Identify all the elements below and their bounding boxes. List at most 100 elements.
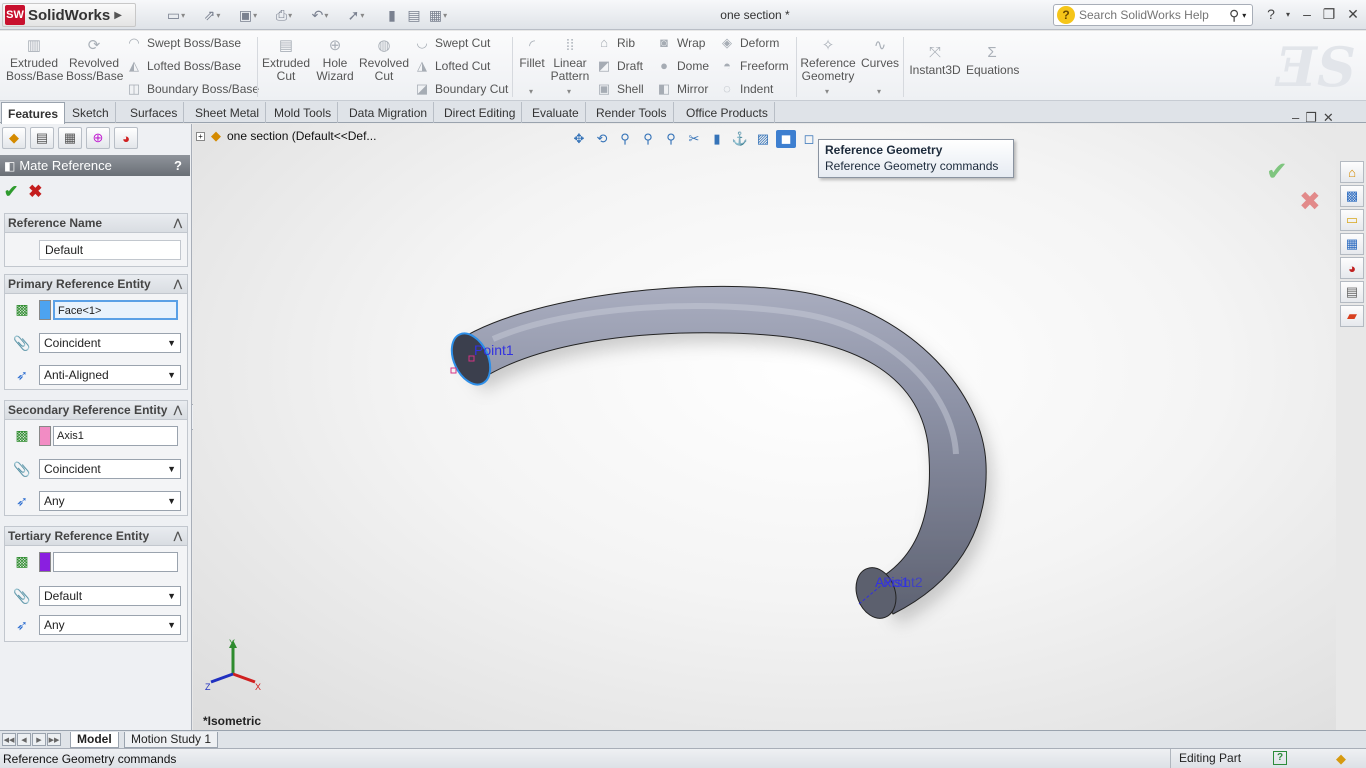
tab-data-migration[interactable]: Data Migration	[343, 102, 435, 123]
open-document-button[interactable]: ⇗ ▾	[202, 5, 222, 25]
file-properties-button[interactable]: ▤	[404, 5, 424, 25]
lofted-cut-button[interactable]: ◮ Lofted Cut	[414, 56, 490, 76]
prev-tab-icon[interactable]: ◀	[17, 733, 31, 746]
pattern-dropdown-icon[interactable]: ▾	[567, 87, 571, 96]
fillet-button[interactable]: ◜ Fillet	[516, 37, 548, 70]
feature-manager-tab[interactable]: ◆	[2, 127, 26, 149]
previous-view-icon[interactable]: ⚲	[661, 130, 681, 148]
doc-minimize-button[interactable]: –	[1292, 110, 1299, 126]
swept-boss-button[interactable]: ◠ Swept Boss/Base	[126, 33, 241, 53]
zoom-area-icon[interactable]: ⚲	[615, 130, 635, 148]
solidworks-menu-button[interactable]: SW SolidWorks ▶	[2, 3, 136, 27]
solidworks-forum-tab[interactable]: ▰	[1340, 305, 1364, 327]
primary-mate-type-select[interactable]: Coincident ▼	[39, 333, 181, 353]
tertiary-alignment-select[interactable]: Any ▼	[39, 615, 181, 635]
view-orientation-icon[interactable]: ⚓	[730, 130, 750, 148]
expand-icon[interactable]: +	[196, 131, 205, 141]
fillet-dropdown-icon[interactable]: ▾	[529, 87, 533, 96]
search-icon[interactable]: ⚲	[1229, 7, 1239, 24]
mirror-button[interactable]: ◧ Mirror	[656, 79, 708, 99]
primary-reference-header[interactable]: Primary Reference Entity ⋀	[5, 275, 187, 294]
quick-help-icon[interactable]: ?	[1273, 751, 1287, 765]
search-dropdown-icon[interactable]: ▾	[1242, 11, 1246, 20]
tertiary-reference-header[interactable]: Tertiary Reference Entity ⋀	[5, 527, 187, 546]
curves-button[interactable]: ∿ Curves	[860, 37, 900, 70]
freeform-button[interactable]: ◓ Freeform	[719, 56, 789, 76]
dome-button[interactable]: ● Dome	[656, 56, 709, 76]
first-tab-icon[interactable]: ◀◀	[2, 733, 16, 746]
confirm-cancel-icon[interactable]: ✖	[1299, 186, 1321, 217]
tab-features[interactable]: Features	[1, 102, 66, 124]
tube-body[interactable]	[452, 285, 987, 615]
design-library-tab[interactable]: ▩	[1340, 185, 1364, 207]
help-icon[interactable]: ?	[174, 158, 182, 173]
shaded-view-icon[interactable]: ◼	[776, 130, 796, 148]
part-tree-node[interactable]: one section (Default<<Def...	[227, 129, 376, 143]
tag-icon[interactable]: ◆	[1336, 751, 1346, 767]
display-style-icon[interactable]: ▨	[753, 130, 773, 148]
last-tab-icon[interactable]: ▶▶	[47, 733, 61, 746]
draft-button[interactable]: ◩ Draft	[596, 56, 643, 76]
doc-restore-button[interactable]: ❐	[1305, 110, 1317, 126]
help-search-box[interactable]: ? ⚲ ▾	[1053, 4, 1253, 26]
tab-mold-tools[interactable]: Mold Tools	[268, 102, 339, 123]
save-button[interactable]: ▣ ▾	[238, 5, 258, 25]
tab-motion-study-1[interactable]: Motion Study 1	[124, 732, 219, 748]
new-document-button[interactable]: ▭ ▾	[166, 5, 186, 25]
instant3d-button[interactable]: ⤧ Instant3D	[907, 44, 963, 77]
tab-model[interactable]: Model	[70, 732, 119, 748]
boundary-boss-button[interactable]: ◫ Boundary Boss/Base	[126, 79, 259, 99]
boundary-cut-button[interactable]: ◪ Boundary Cut	[414, 79, 509, 99]
help-dropdown-icon[interactable]: ▾	[1279, 10, 1297, 19]
primary-entity-field[interactable]: Face<1>	[53, 300, 178, 320]
help-button[interactable]: ?	[1262, 6, 1280, 22]
ok-check-icon[interactable]: ✔	[4, 182, 18, 202]
rib-button[interactable]: ⌂ Rib	[596, 33, 635, 53]
file-explorer-tab[interactable]: ▭	[1340, 209, 1364, 231]
secondary-mate-type-select[interactable]: Coincident ▼	[39, 459, 181, 479]
options-button[interactable]: ▦ ▾	[428, 5, 448, 25]
tab-render-tools[interactable]: Render Tools	[590, 102, 674, 123]
primary-alignment-select[interactable]: Anti-Aligned ▼	[39, 365, 181, 385]
linear-pattern-button[interactable]: ⁞⁞ Linear Pattern	[550, 37, 590, 83]
section-view-icon[interactable]: ✂	[684, 130, 704, 148]
graphics-area[interactable]: Point1 Axis1 Point2 + ◆ one section (Def…	[193, 124, 1336, 730]
part-model[interactable]	[193, 124, 1336, 730]
tab-surfaces[interactable]: Surfaces	[124, 102, 185, 123]
property-manager-tab[interactable]: ▤	[30, 127, 54, 149]
custom-properties-tab[interactable]: ▤	[1340, 281, 1364, 303]
tab-office-products[interactable]: Office Products	[680, 102, 775, 123]
extruded-boss-button[interactable]: ▥ Extruded Boss/Base	[6, 37, 63, 83]
close-button[interactable]: ✕	[1344, 6, 1362, 23]
reference-name-input[interactable]: Default	[39, 240, 181, 260]
zoom-to-fit-icon[interactable]: ✥	[569, 130, 589, 148]
reference-geometry-button[interactable]: ✧ Reference Geometry	[800, 37, 856, 83]
revolved-cut-button[interactable]: ◍ Revolved Cut	[359, 37, 409, 83]
next-tab-icon[interactable]: ▶	[32, 733, 46, 746]
doc-close-button[interactable]: ✕	[1323, 110, 1334, 126]
cancel-x-icon[interactable]: ✖	[28, 182, 42, 202]
minimize-button[interactable]: –	[1298, 6, 1316, 22]
tab-sketch[interactable]: Sketch	[66, 102, 116, 123]
undo-button[interactable]: ↶ ▾	[310, 5, 330, 25]
view-palette-tab[interactable]: ▦	[1340, 233, 1364, 255]
reference-geometry-dropdown-icon[interactable]: ▾	[825, 87, 829, 96]
display-manager-tab[interactable]: ◕	[114, 127, 138, 149]
reference-name-header[interactable]: Reference Name ⋀	[5, 214, 187, 233]
secondary-alignment-select[interactable]: Any ▼	[39, 491, 181, 511]
dynamic-annotation-icon[interactable]: ▮	[707, 130, 727, 148]
equations-button[interactable]: Σ Equations	[966, 44, 1019, 77]
solidworks-resources-tab[interactable]: ⌂	[1340, 161, 1364, 183]
tab-direct-editing[interactable]: Direct Editing	[438, 102, 523, 123]
dimxpert-tab[interactable]: ⊕	[86, 127, 110, 149]
rebuild-button[interactable]: ▮	[382, 5, 402, 25]
secondary-entity-field[interactable]: Axis1	[53, 426, 178, 446]
tertiary-entity-field[interactable]	[53, 552, 178, 572]
secondary-reference-header[interactable]: Secondary Reference Entity ⋀	[5, 401, 187, 420]
shell-button[interactable]: ▣ Shell	[596, 79, 644, 99]
rotate-view-icon[interactable]: ⟲	[592, 130, 612, 148]
appearances-tab[interactable]: ◕	[1340, 257, 1364, 279]
tertiary-mate-type-select[interactable]: Default ▼	[39, 586, 181, 606]
hide-show-icon[interactable]: ◻	[799, 130, 819, 148]
deform-button[interactable]: ◈ Deform	[719, 33, 779, 53]
